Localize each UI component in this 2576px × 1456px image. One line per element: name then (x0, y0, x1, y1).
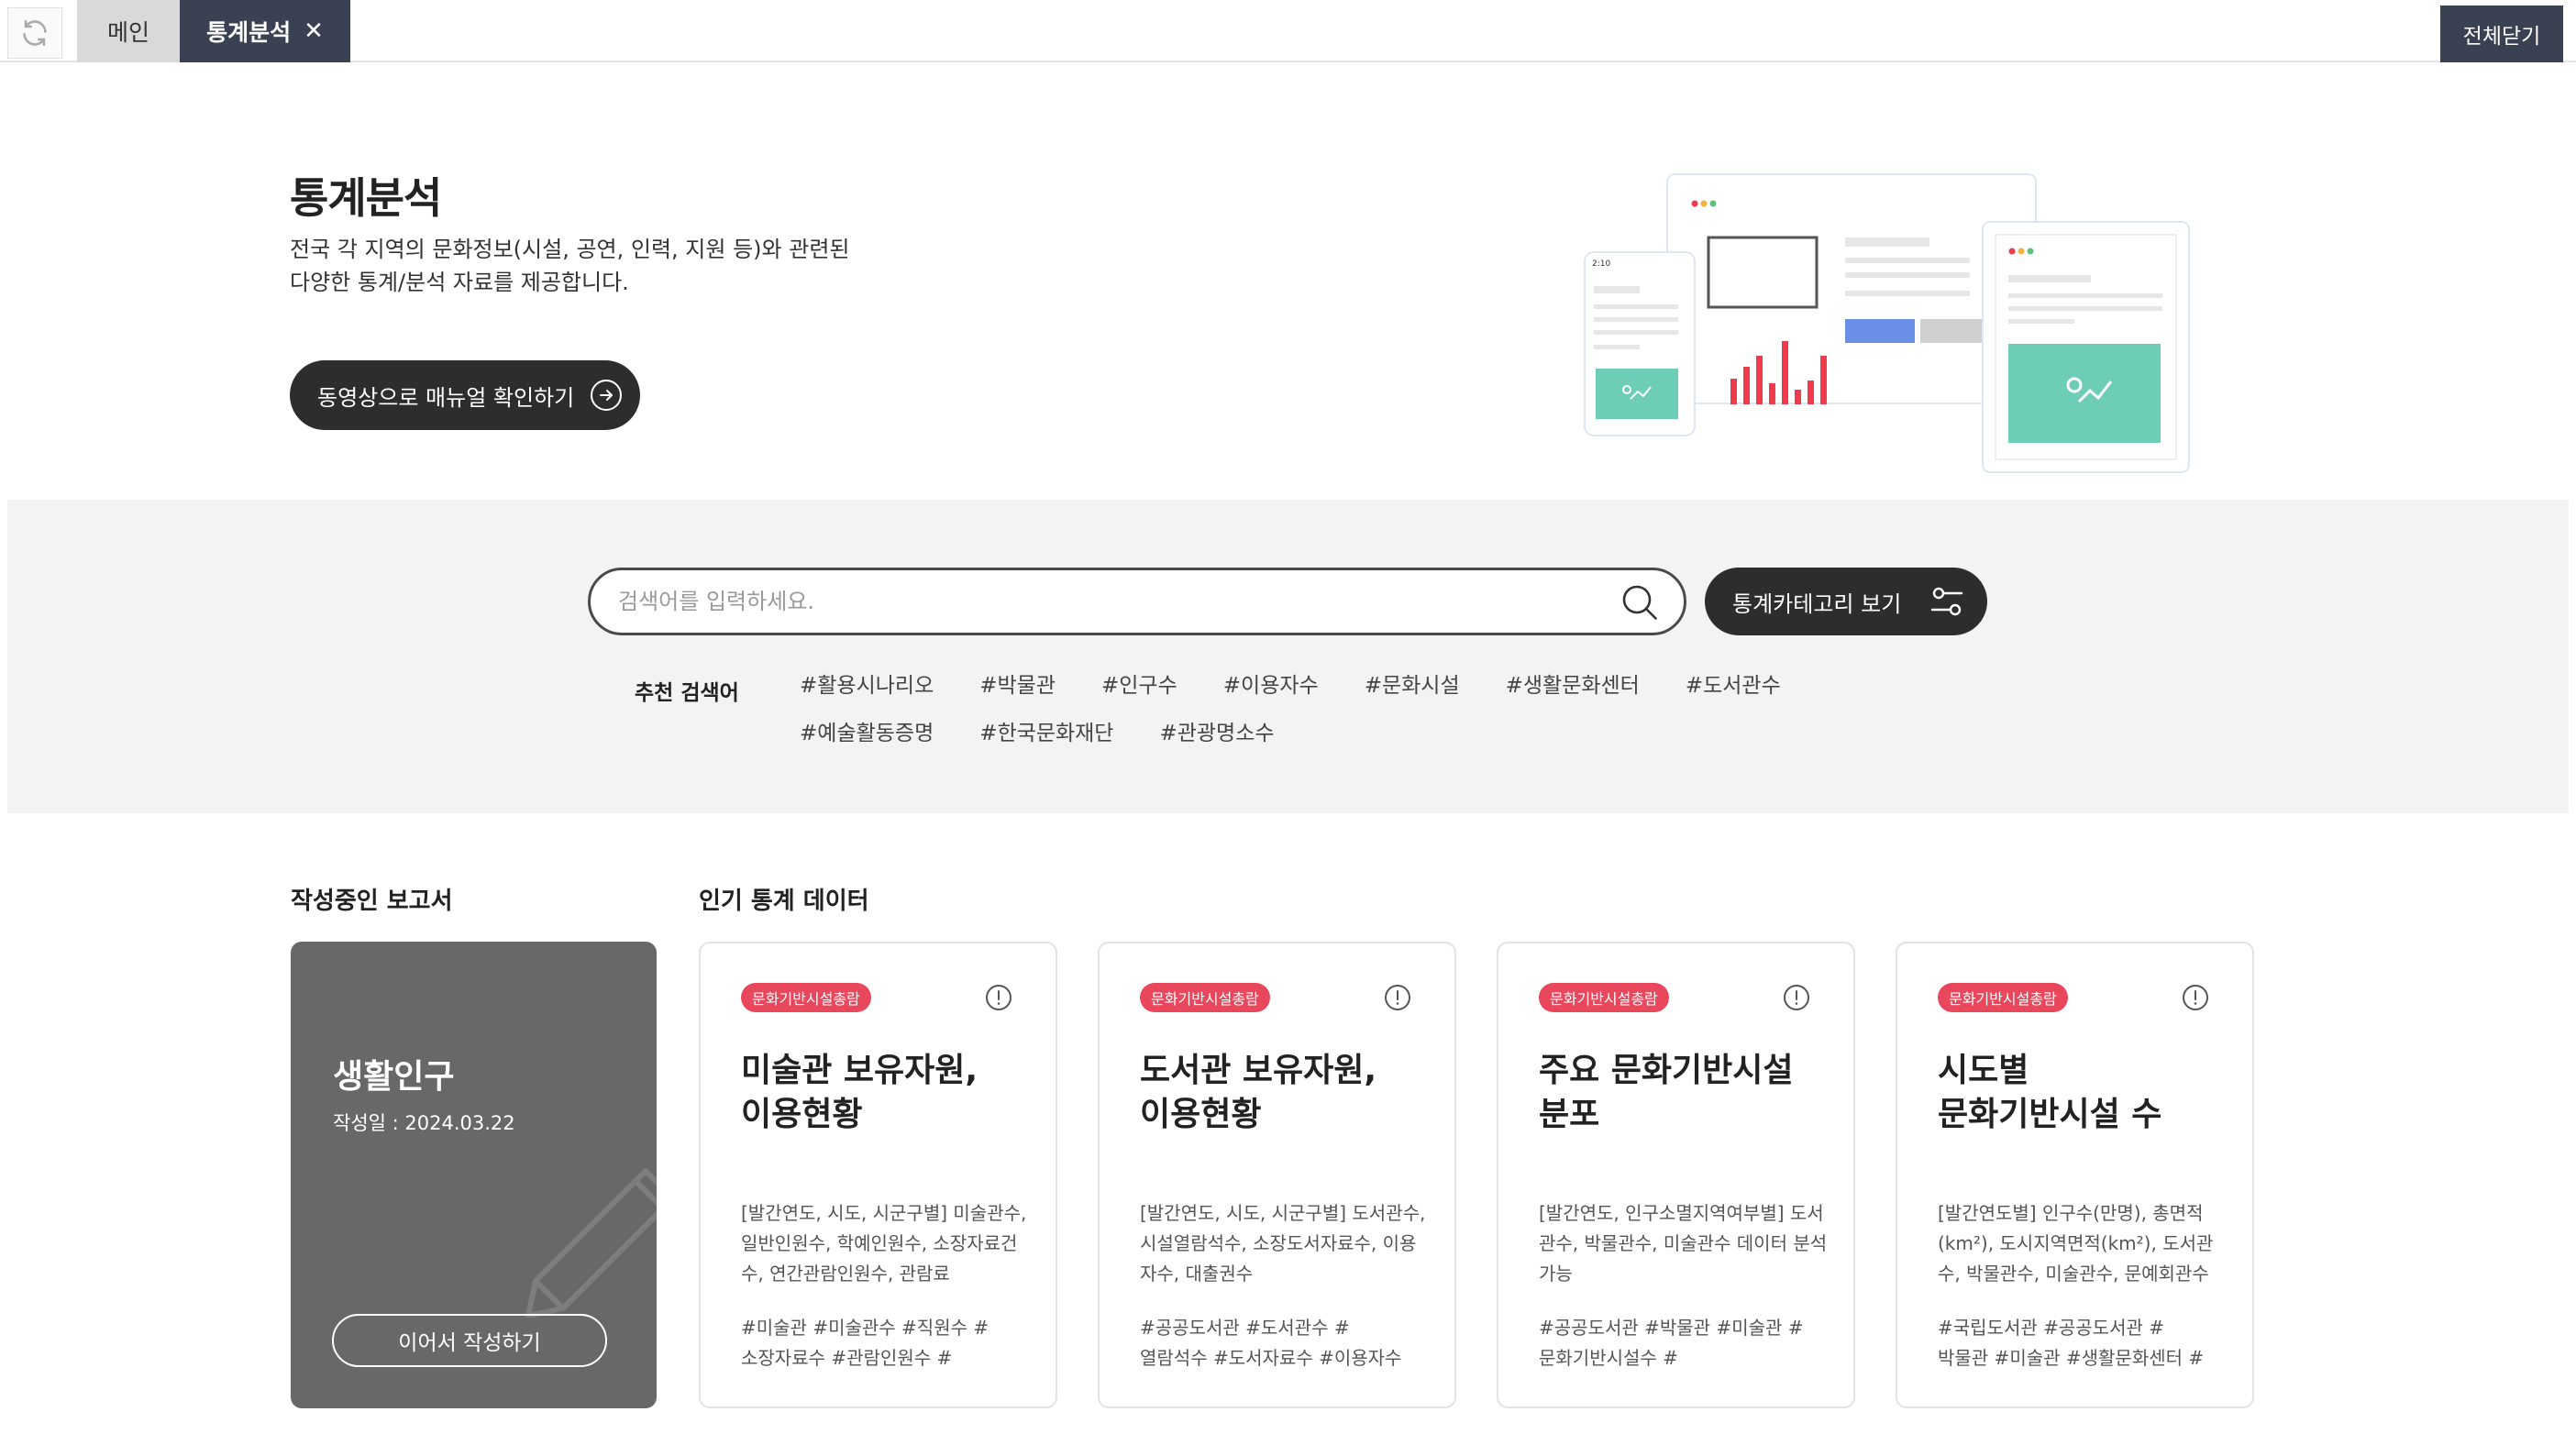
stat-card-title-line: 이용현황 (741, 1096, 863, 1133)
recommended-keyword[interactable]: #이용자수 (1223, 669, 1319, 702)
stat-card-tags-line: #국립도서관 #공공도서관 # (1938, 1317, 2164, 1339)
pencil-icon (525, 1168, 657, 1318)
continue-writing-button[interactable]: 이어서 작성하기 (332, 1314, 607, 1367)
stat-card-tags-line: 열람석수 #도서자료수 #이용자수 (1140, 1347, 1402, 1369)
category-badge: 문화기반시설총람 (1539, 983, 1669, 1012)
stats-category-button[interactable]: 통계카테고리 보기 (1705, 568, 1987, 635)
recommended-keyword[interactable]: #도서관수 (1686, 669, 1781, 702)
stat-card-tags-line: #공공도서관 #박물관 #미술관 # (1539, 1317, 1804, 1339)
close-all-button[interactable]: 전체닫기 (2440, 6, 2563, 62)
stat-card-title-line: 도서관 보유자원, (1140, 1052, 1377, 1089)
stat-card-description: [발간연도, 인구소멸지역여부별] 도서관수, 박물관수, 미술관수 데이터 분… (1539, 1202, 1828, 1285)
search-section (7, 500, 2569, 813)
stat-card-tags: #공공도서관 #도서관수 # 열람석수 #도서자료수 #이용자수 (1140, 1313, 1432, 1373)
stat-card-tags-line: #미술관 #미술관수 #직원수 # (741, 1317, 989, 1339)
recommended-keyword[interactable]: #한국문화재단 (979, 717, 1113, 750)
stat-card-tags: #미술관 #미술관수 #직원수 # 소장자료수 #관람인원수 # (741, 1313, 1033, 1373)
stat-card[interactable]: 문화기반시설총람 시도별 문화기반시설 수 [발간연도별] 인구수(만명), 총… (1896, 942, 2254, 1408)
draft-report-title: 생활인구 (333, 1058, 455, 1096)
tab-statistics[interactable]: 통계분석 ✕ (180, 0, 350, 62)
tab-close-icon[interactable]: ✕ (304, 17, 324, 45)
page-title: 통계분석 (290, 173, 442, 223)
recommended-keywords-label: 추천 검색어 (635, 681, 739, 705)
stat-card-tags-line: 박물관 #미술관 #생활문화센터 # (1938, 1347, 2205, 1369)
page-description-line-1: 전국 각 지역의 문화정보(시설, 공연, 인력, 지원 등)와 관련된 (290, 237, 850, 262)
recommended-keywords: #활용시나리오 #박물관 #인구수 #이용자수 #문화시설 #생활문화센터 #도… (800, 669, 1992, 750)
dashboard-illustration: 2:10 (1584, 173, 2190, 473)
stat-card-title: 도서관 보유자원, 이용현황 (1140, 1049, 1433, 1137)
recommended-keyword[interactable]: #예술활동증명 (800, 717, 934, 750)
tab-statistics-label: 통계분석 (206, 19, 292, 46)
popular-section-title: 인기 통계 데이터 (699, 888, 869, 915)
stat-card-tags-line: 소장자료수 #관람인원수 # (741, 1347, 953, 1369)
stat-card-tags-line: #공공도서관 #도서관수 # (1140, 1317, 1350, 1339)
search-input[interactable] (616, 570, 1588, 633)
stat-card-title-line: 문화기반시설 수 (1938, 1096, 2162, 1133)
stat-card-description: [발간연도, 시도, 시군구별] 미술관수, 일반인원수, 학예인원수, 소장자… (741, 1202, 1027, 1285)
stat-card-tags: #국립도서관 #공공도서관 # 박물관 #미술관 #생활문화센터 # (1938, 1313, 2229, 1373)
filter-sliders-icon (1931, 587, 1963, 616)
recommended-keyword[interactable]: #관광명소수 (1159, 717, 1274, 750)
category-badge: 문화기반시설총람 (1938, 983, 2068, 1012)
stat-card-tags: #공공도서관 #박물관 #미술관 # 문화기반시설수 # (1539, 1313, 1830, 1373)
tab-main-label: 메인 (106, 19, 149, 46)
category-badge: 문화기반시설총람 (1140, 983, 1270, 1012)
stat-card[interactable]: 문화기반시설총람 도서관 보유자원, 이용현황 [발간연도, 시도, 시군구별]… (1098, 942, 1456, 1408)
refresh-icon (23, 19, 47, 47)
page-description: 전국 각 지역의 문화정보(시설, 공연, 인력, 지원 등)와 관련된 다양한… (290, 233, 849, 299)
recommended-keyword[interactable]: #활용시나리오 (800, 669, 934, 702)
draft-report-date: 작성일 : 2024.03.22 (333, 1112, 515, 1134)
info-icon[interactable] (1383, 983, 1412, 1012)
stat-card-title-line: 분포 (1539, 1096, 1600, 1133)
tab-bar: 메인 통계분석 ✕ 전체닫기 (0, 0, 2576, 62)
category-badge: 문화기반시설총람 (741, 983, 871, 1012)
recommended-keyword[interactable]: #생활문화센터 (1506, 669, 1640, 702)
recommended-keyword[interactable]: #박물관 (979, 669, 1056, 702)
video-manual-button[interactable]: 동영상으로 매뉴얼 확인하기 (290, 360, 640, 430)
stat-card[interactable]: 문화기반시설총람 미술관 보유자원, 이용현황 [발간연도, 시도, 시군구별]… (699, 942, 1057, 1408)
stat-card-title-line: 미술관 보유자원, (741, 1052, 978, 1089)
stat-card[interactable]: 문화기반시설총람 주요 문화기반시설 분포 [발간연도, 인구소멸지역여부별] … (1497, 942, 1855, 1408)
stat-card-title-line: 시도별 (1938, 1052, 2029, 1089)
stat-card-description: [발간연도별] 인구수(만명), 총면적(km²), 도시지역면적(km²), … (1938, 1202, 2214, 1285)
drafts-section-title: 작성중인 보고서 (291, 888, 453, 915)
info-icon[interactable] (984, 983, 1013, 1012)
refresh-button[interactable] (7, 7, 62, 59)
stat-card-title: 시도별 문화기반시설 수 (1938, 1049, 2231, 1137)
search-box[interactable] (588, 568, 1686, 635)
recommended-keyword[interactable]: #인구수 (1101, 669, 1177, 702)
recommended-keyword[interactable]: #문화시설 (1365, 669, 1460, 702)
stat-card-title: 주요 문화기반시설 분포 (1539, 1049, 1832, 1137)
page-description-line-2: 다양한 통계/분석 자료를 제공합니다. (290, 270, 629, 295)
stat-card-title-line: 이용현황 (1140, 1096, 1262, 1133)
video-manual-label: 동영상으로 매뉴얼 확인하기 (317, 384, 575, 411)
arrow-right-icon (591, 380, 623, 411)
stat-card-title: 미술관 보유자원, 이용현황 (741, 1049, 1034, 1137)
draft-report-card[interactable]: 생활인구 작성일 : 2024.03.22 이어서 작성하기 (291, 942, 657, 1408)
stat-card-description: [발간연도, 시도, 시군구별] 도서관수, 시설열람석수, 소장도서자료수, … (1140, 1202, 1426, 1285)
illustration-time: 2:10 (1592, 259, 1610, 269)
stat-card-title-line: 주요 문화기반시설 (1539, 1052, 1794, 1089)
stats-category-label: 통계카테고리 보기 (1732, 590, 1902, 617)
tab-main[interactable]: 메인 (77, 0, 180, 62)
stat-card-tags-line: 문화기반시설수 # (1539, 1347, 1678, 1369)
info-icon[interactable] (1782, 983, 1811, 1012)
search-icon[interactable] (1620, 582, 1660, 623)
info-icon[interactable] (2181, 983, 2210, 1012)
